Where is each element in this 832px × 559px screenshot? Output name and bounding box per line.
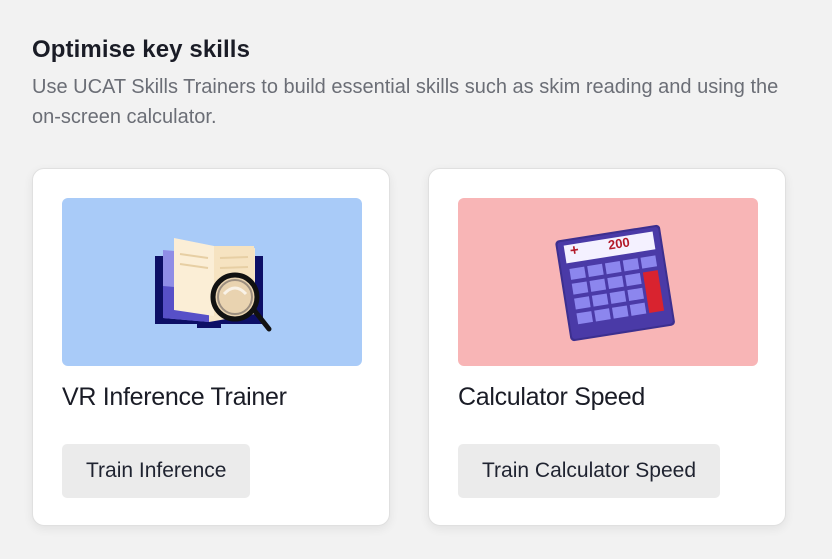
train-inference-button[interactable]: Train Inference: [62, 444, 251, 498]
skill-card-vr-inference: VR Inference Trainer Train Inference: [32, 168, 390, 526]
book-magnifier-icon: [155, 238, 272, 332]
card-image-vr-inference: [62, 198, 362, 366]
card-image-calculator-speed: + 200: [458, 198, 758, 366]
section-description: Use UCAT Skills Trainers to build essent…: [32, 76, 779, 128]
card-title: VR Inference Trainer: [62, 383, 287, 411]
section-title: Optimise key skills: [32, 36, 251, 63]
train-calculator-speed-button[interactable]: Train Calculator Speed: [458, 444, 720, 498]
skill-card-calculator-speed: + 200 Calculator Speed Train Calculator …: [428, 168, 786, 526]
calculator-icon: [555, 224, 675, 342]
card-title: Calculator Speed: [458, 383, 645, 411]
